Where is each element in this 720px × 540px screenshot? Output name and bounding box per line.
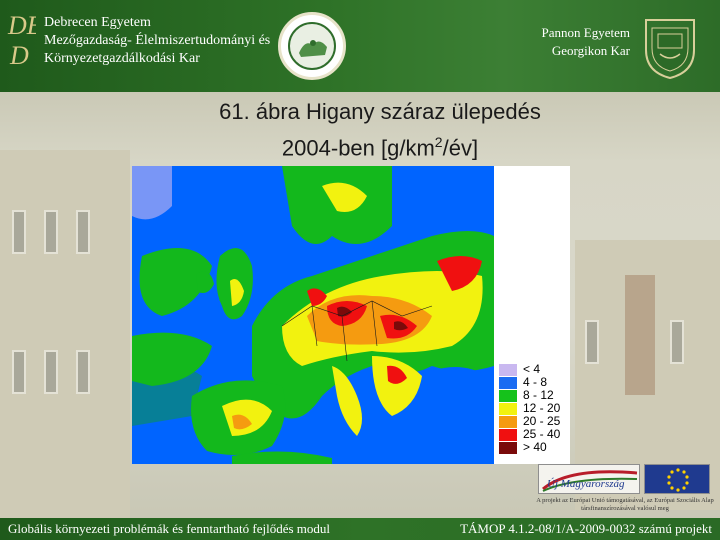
footer-project-id: TÁMOP 4.1.2-08/1/A-2009-0032 számú proje… <box>460 521 712 536</box>
university-logo-icon: DE D <box>7 11 36 70</box>
right-institution-line: Pannon Egyetem <box>541 25 630 40</box>
title-line-2: 2004-ben [g/km2/év] <box>281 134 479 161</box>
right-institution-name: Pannon Egyetem Georgikon Kar <box>500 24 630 60</box>
legend-swatch <box>499 377 517 389</box>
footer-banner: Globális környezeti problémák és fenntar… <box>0 518 720 540</box>
left-institution-line: Debrecen Egyetem <box>44 15 151 30</box>
left-institution-name: Debrecen Egyetem Mezőgazdaság- Élelmisze… <box>44 14 270 68</box>
legend-swatch <box>499 364 517 376</box>
svg-text:DE: DE <box>7 11 36 40</box>
map-legend: < 4 4 - 8 8 - 12 12 - 20 20 - 25 25 - 40… <box>494 166 570 464</box>
legend-swatch <box>499 429 517 441</box>
legend-item: > 40 <box>499 440 569 454</box>
crest-icon <box>645 19 695 80</box>
footer-module-name: Globális környezeti problémák és fenntar… <box>8 521 331 536</box>
svg-text:D: D <box>9 41 29 70</box>
legend-swatch <box>499 403 517 415</box>
legend-label: > 40 <box>523 440 547 454</box>
title-line-1: 61. ábra Higany száraz ülepedés <box>219 99 541 124</box>
support-text: A projekt az Európai Unió támogatásával,… <box>536 497 714 512</box>
uj-magyarorszag-logo: Új Magyarország <box>538 464 640 494</box>
legend-swatch <box>499 390 517 402</box>
university-seal-icon <box>278 12 346 80</box>
svg-text:Új Magyarország: Új Magyarország <box>547 478 625 490</box>
left-institution-line: Mezőgazdaság- Élelmiszertudományi és <box>44 33 271 48</box>
legend-swatch <box>499 442 517 454</box>
slide-title: 61. ábra Higany száraz ülepedés 2004-ben… <box>120 97 640 163</box>
left-institution-line: Környezetgazdálkodási Kar <box>44 51 200 66</box>
mercury-deposition-map <box>132 166 494 464</box>
legend-swatch <box>499 416 517 428</box>
header-banner: DE D Debrecen Egyetem Mezőgazdaság- Élel… <box>0 0 720 92</box>
eu-flag-icon <box>644 464 710 494</box>
right-institution-line: Georgikon Kar <box>551 43 630 58</box>
